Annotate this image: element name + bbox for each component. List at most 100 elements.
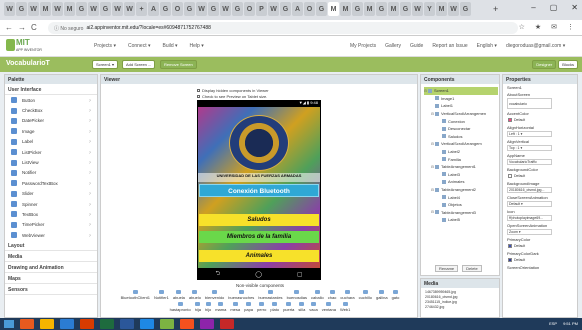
- back-icon[interactable]: ←: [5, 23, 13, 32]
- browser-tab[interactable]: P: [256, 2, 267, 16]
- non-visible-component[interactable]: plato: [270, 302, 279, 312]
- palette-item-listview[interactable]: ListView?: [5, 157, 97, 167]
- palette-item-label[interactable]: Label?: [5, 137, 97, 147]
- non-visible-component[interactable]: papa: [244, 302, 253, 312]
- reload-icon[interactable]: C: [31, 23, 37, 32]
- non-visible-component[interactable]: hijo: [205, 302, 211, 312]
- link-my-projects[interactable]: My Projects: [350, 43, 376, 49]
- tree-node[interactable]: Familia: [424, 155, 498, 163]
- browser-tab[interactable]: O: [172, 2, 183, 16]
- tree-node[interactable]: Conexion: [424, 117, 498, 125]
- maximize-button[interactable]: ▢: [550, 3, 558, 12]
- mail-icon[interactable]: ✉: [551, 23, 557, 31]
- non-visible-component[interactable]: perro: [257, 302, 266, 312]
- tree-node[interactable]: Label5: [424, 216, 498, 224]
- property-value[interactable]: Zoom ▾: [507, 229, 552, 235]
- browser-tab[interactable]: G: [76, 2, 87, 16]
- browser-tab[interactable]: G: [160, 2, 171, 16]
- browser-tab[interactable]: M: [40, 2, 51, 16]
- browser-tab[interactable]: W: [28, 2, 39, 16]
- tablet-preview-checkbox[interactable]: [197, 94, 200, 98]
- security-indicator[interactable]: ⓘ No seguro: [54, 25, 83, 32]
- property-value[interactable]: Default: [507, 243, 552, 249]
- taskbar-app-icon[interactable]: [80, 319, 94, 329]
- help-icon[interactable]: ?: [89, 233, 91, 238]
- mit-logo[interactable]: MIT APP INVENTOR: [6, 38, 46, 55]
- browser-tab[interactable]: G: [316, 2, 327, 16]
- menu-connect[interactable]: Connect ▾: [128, 43, 151, 49]
- link-guide[interactable]: Guide: [410, 43, 423, 49]
- tablet-preview-option[interactable]: Check to see Preview on Tablet size.: [197, 93, 269, 99]
- non-visible-component[interactable]: hija: [195, 302, 201, 312]
- property-value[interactable]: VocabularioTraffic: [507, 159, 552, 165]
- palette-item-webviewer[interactable]: WebViewer?: [5, 230, 97, 240]
- browser-tab[interactable]: O: [304, 2, 315, 16]
- windows-start-icon[interactable]: [4, 320, 14, 328]
- help-icon[interactable]: ?: [89, 181, 91, 186]
- menu-build[interactable]: Build ▾: [163, 43, 178, 49]
- tree-node[interactable]: Image1: [424, 95, 498, 103]
- palette-item-image[interactable]: Image?: [5, 126, 97, 136]
- non-visible-component[interactable]: BluetoothClient1: [121, 290, 150, 300]
- palette-item-slider[interactable]: Slider?: [5, 189, 97, 199]
- palette-section-layout[interactable]: Layout: [5, 240, 97, 252]
- bookmark-star-icon[interactable]: ☆: [519, 23, 525, 31]
- language-dropdown[interactable]: English ▾: [477, 43, 497, 49]
- palette-item-textbox[interactable]: TextBox?: [5, 209, 97, 219]
- property-value[interactable]: Default ▾: [507, 201, 552, 207]
- non-visible-component[interactable]: caballo: [311, 290, 324, 300]
- palette-item-notifier[interactable]: Notifier?: [5, 168, 97, 178]
- taskbar-app-icon[interactable]: [220, 319, 234, 329]
- browser-tab[interactable]: W: [268, 2, 279, 16]
- non-visible-component[interactable]: buenasnoches: [228, 290, 254, 300]
- tree-node[interactable]: Desconectar: [424, 125, 498, 133]
- tree-node[interactable]: ⊟ VerticalScrollArrangem: [424, 140, 498, 148]
- non-visible-component[interactable]: Notifier1: [154, 290, 169, 300]
- browser-tab[interactable]: G: [184, 2, 195, 16]
- non-visible-component[interactable]: ventana: [322, 302, 336, 312]
- tree-node[interactable]: Animales: [424, 178, 498, 186]
- browser-tab[interactable]: G: [100, 2, 111, 16]
- non-visible-component[interactable]: vaca: [309, 302, 318, 312]
- browser-tab[interactable]: W: [448, 2, 459, 16]
- tray-clock[interactable]: 9:51 PM: [563, 321, 578, 326]
- add-screen-button[interactable]: Add Screen ...: [122, 60, 156, 69]
- university-label[interactable]: UNIVERSIDAD DE LAS FUERZAS ARMADAS: [198, 173, 320, 182]
- browser-tab[interactable]: W: [124, 2, 135, 16]
- property-value[interactable]: Default: [507, 257, 552, 263]
- help-icon[interactable]: ?: [89, 160, 91, 165]
- new-tab-button[interactable]: +: [493, 4, 498, 14]
- browser-tab[interactable]: M: [364, 2, 375, 16]
- palette-item-button[interactable]: Button?: [5, 95, 97, 105]
- blocks-button[interactable]: Blocks: [558, 60, 578, 69]
- property-value[interactable]: 20180616_ctsmd.jpg...: [507, 187, 552, 193]
- forward-icon[interactable]: →: [18, 23, 26, 32]
- user-interface-section[interactable]: User Interface: [5, 84, 97, 95]
- delete-button[interactable]: Delete: [462, 265, 482, 272]
- browser-tab[interactable]: W: [196, 2, 207, 16]
- remove-screen-button[interactable]: Remove Screen: [160, 60, 197, 69]
- help-icon[interactable]: ?: [89, 150, 91, 155]
- property-value[interactable]: Left : 1 ▾: [507, 131, 552, 137]
- tree-node[interactable]: Label4: [424, 193, 498, 201]
- palette-section-sensors[interactable]: Sensors: [5, 284, 97, 296]
- help-icon[interactable]: ?: [89, 129, 91, 134]
- non-visible-component[interactable]: gato: [392, 290, 399, 300]
- university-crest-image[interactable]: [229, 115, 289, 171]
- browser-tab[interactable]: G: [352, 2, 363, 16]
- browser-tab[interactable]: A: [292, 2, 303, 16]
- tree-node[interactable]: ⊟ Screen1: [424, 87, 498, 95]
- tree-node[interactable]: ⊟ VerticalScrollArrangemen: [424, 110, 498, 118]
- non-visible-component[interactable]: cuchillo: [359, 290, 372, 300]
- hidden-components-checkbox[interactable]: [197, 88, 200, 92]
- link-gallery[interactable]: Gallery: [385, 43, 401, 49]
- palette-section-maps[interactable]: Maps: [5, 273, 97, 285]
- tree-node[interactable]: ⊟ TableArrangement3: [424, 209, 498, 217]
- browser-tab[interactable]: W: [412, 2, 423, 16]
- non-visible-component[interactable]: chao: [328, 290, 336, 300]
- close-window-button[interactable]: ✕: [571, 3, 578, 12]
- browser-tab[interactable]: G: [208, 2, 219, 16]
- browser-tab[interactable]: W: [220, 2, 231, 16]
- non-visible-component[interactable]: puerta: [283, 302, 294, 312]
- non-visible-component[interactable]: buenastardes: [258, 290, 283, 300]
